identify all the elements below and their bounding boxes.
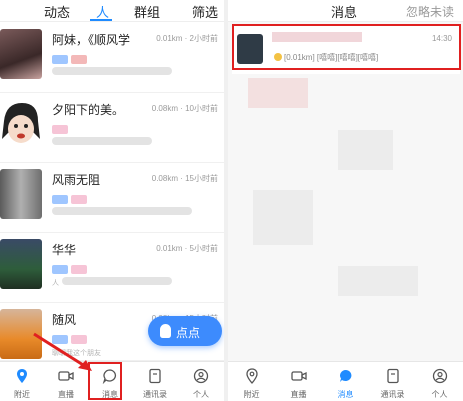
blurred-region bbox=[253, 190, 313, 245]
nav-label: 通讯录 bbox=[380, 390, 405, 399]
ignore-unread-button[interactable]: 忽略未读 bbox=[406, 3, 454, 20]
avatar bbox=[0, 99, 42, 149]
user-badges bbox=[52, 121, 71, 134]
list-item[interactable]: 华华 0.01km · 5小时前 人 bbox=[0, 233, 224, 303]
chat-bubble-icon bbox=[339, 370, 351, 382]
nav-label: 直播 bbox=[290, 390, 307, 399]
tab-groups[interactable]: 群组 bbox=[134, 2, 160, 21]
blurred-region bbox=[338, 130, 393, 170]
red-arrow-annotation bbox=[33, 332, 92, 371]
nav-messages[interactable]: 消息 bbox=[322, 362, 369, 401]
nav-label: 消息 bbox=[337, 390, 354, 399]
nav-label: 直播 bbox=[58, 390, 74, 399]
float-button-label: 点点 bbox=[176, 326, 201, 340]
avatar bbox=[0, 239, 42, 289]
top-tab-bar: 动态 人 群组 筛选 bbox=[0, 0, 224, 22]
person-icon bbox=[432, 368, 447, 384]
user-name: 夕阳下的美。 bbox=[52, 103, 125, 117]
chat-bubble-icon bbox=[102, 369, 116, 384]
distance-time: 0.01km · 5小时前 bbox=[156, 244, 218, 253]
user-name: 华华 bbox=[52, 243, 77, 257]
nav-label: 个人 bbox=[193, 390, 209, 399]
user-badges bbox=[52, 261, 90, 274]
nav-profile[interactable]: 个人 bbox=[178, 362, 224, 401]
nav-label: 通讯录 bbox=[143, 390, 167, 399]
distance-time: 0.01km · 2小时前 bbox=[156, 34, 218, 43]
page-title: 消息 bbox=[331, 5, 358, 20]
status-text: 人 bbox=[52, 280, 59, 287]
location-pin-icon bbox=[17, 369, 27, 383]
user-name: 随风 bbox=[52, 313, 77, 327]
bottom-nav: 附近 直播 消息 通讯录 个人 bbox=[228, 361, 463, 401]
tab-dynamics[interactable]: 动态 bbox=[44, 2, 70, 21]
distance-time: 0.08km · 15小时前 bbox=[151, 174, 218, 183]
status-text-blurred bbox=[62, 277, 172, 285]
avatar bbox=[0, 169, 42, 219]
messages-screen: 消息 忽略未读 14:30 [0.01km] [嘻嘻][嘻嘻][嘻嘻] 附近 直… bbox=[228, 0, 463, 401]
avatar bbox=[0, 29, 42, 79]
tab-filter[interactable]: 筛选 bbox=[192, 2, 218, 21]
blurred-region bbox=[338, 266, 418, 296]
nav-live[interactable]: 直播 bbox=[275, 362, 322, 401]
location-pin-icon bbox=[245, 368, 258, 384]
nav-nearby[interactable]: 附近 bbox=[228, 362, 275, 401]
status-text-blurred bbox=[52, 207, 192, 215]
status-text-blurred bbox=[52, 137, 152, 145]
list-item[interactable]: 夕阳下的美。 0.08km · 10小时前 bbox=[0, 93, 224, 163]
blurred-region bbox=[248, 78, 308, 108]
avatar bbox=[237, 34, 263, 64]
nav-label: 个人 bbox=[431, 390, 448, 399]
message-time: 14:30 bbox=[431, 34, 452, 43]
emoji-icon bbox=[274, 53, 282, 61]
message-preview: [0.01km] [嘻嘻][嘻嘻][嘻嘻] bbox=[284, 53, 379, 62]
contacts-book-icon bbox=[386, 368, 399, 384]
contacts-book-icon bbox=[149, 368, 161, 384]
nav-label: 附近 bbox=[243, 390, 260, 399]
active-tab-indicator bbox=[90, 19, 112, 21]
user-name: 阿妹，《顺风学 bbox=[52, 33, 131, 47]
nav-label: 附近 bbox=[14, 390, 30, 399]
nav-contacts[interactable]: 通讯录 bbox=[369, 362, 416, 401]
distance-time: 0.08km · 10小时前 bbox=[151, 104, 218, 113]
video-camera-icon bbox=[290, 371, 307, 381]
message-item[interactable]: 14:30 [0.01km] [嘻嘻][嘻嘻][嘻嘻] bbox=[232, 24, 460, 74]
nav-profile[interactable]: 个人 bbox=[416, 362, 463, 401]
nav-contacts[interactable]: 通讯录 bbox=[132, 362, 178, 401]
list-item[interactable]: 风雨无阻 0.08km · 15小时前 bbox=[0, 163, 224, 233]
dian-dian-float-button[interactable]: 点点 bbox=[148, 316, 222, 346]
list-item[interactable]: 阿妹，《顺风学 0.01km · 2小时前 bbox=[0, 23, 224, 93]
user-name: 风雨无阻 bbox=[52, 173, 101, 187]
messages-header: 消息 忽略未读 bbox=[228, 0, 463, 22]
nav-label: 消息 bbox=[102, 390, 118, 399]
user-badges bbox=[52, 51, 90, 64]
user-badges bbox=[52, 191, 90, 204]
sender-name-blurred bbox=[272, 32, 362, 42]
status-text-blurred bbox=[52, 67, 172, 75]
person-icon bbox=[193, 368, 209, 384]
hand-icon bbox=[160, 324, 171, 338]
nearby-people-screen: 动态 人 群组 筛选 阿妹，《顺风学 0.01km · 2小时前 夕阳下的美。 … bbox=[0, 0, 224, 401]
